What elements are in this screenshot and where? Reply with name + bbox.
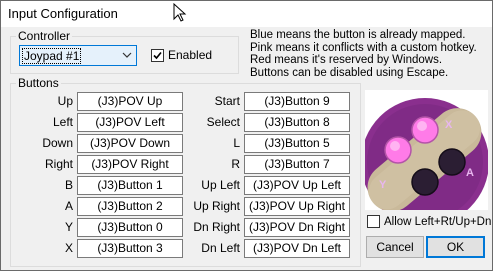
binding-a[interactable]: (J3)Button 2 <box>77 197 183 216</box>
binding-l[interactable]: (J3)Button 5 <box>244 134 350 153</box>
checkmark-icon <box>153 51 162 59</box>
binding-right[interactable]: (J3)POV Right <box>77 155 183 174</box>
input-config-window: Input Configuration Controller Joypad #1… <box>0 0 493 271</box>
label-l: L <box>233 136 240 150</box>
label-dn-right: Dn Right <box>193 220 240 234</box>
binding-down[interactable]: (J3)POV Down <box>77 134 183 153</box>
buttons-legend: Buttons <box>18 76 59 90</box>
label-select: Select <box>206 115 240 129</box>
controller-legend: Controller <box>18 29 71 43</box>
binding-start[interactable]: (J3)Button 9 <box>244 92 350 111</box>
allow-diagonal-check-box[interactable] <box>367 215 380 228</box>
info-text: Blue means the button is already mapped.… <box>250 29 477 79</box>
binding-left[interactable]: (J3)POV Left <box>77 113 183 132</box>
binding-select[interactable]: (J3)Button 8 <box>244 113 350 132</box>
snes-face-buttons-image: X A Y B <box>365 98 488 210</box>
window-title: Input Configuration <box>8 6 118 21</box>
label-y: Y <box>64 220 73 234</box>
controller-preview: X A Y B <box>365 90 488 210</box>
binding-x[interactable]: (J3)Button 3 <box>77 239 183 258</box>
label-up-right: Up Right <box>193 199 240 213</box>
chevron-down-icon <box>122 52 132 58</box>
preview-label-y: Y <box>379 179 387 191</box>
allow-diagonal-checkbox[interactable]: Allow Left+Rt/Up+Dn <box>367 215 491 228</box>
info-line: Blue means the button is already mapped. <box>250 29 466 41</box>
label-b: B <box>64 178 73 192</box>
preview-label-a: A <box>466 167 474 179</box>
label-r: R <box>231 157 240 171</box>
binding-r[interactable]: (J3)Button 7 <box>244 155 350 174</box>
binding-up-left[interactable]: (J3)POV Up Left <box>244 176 350 195</box>
cancel-button[interactable]: Cancel <box>366 236 424 258</box>
info-line: Pink means it conflicts with a custom ho… <box>250 41 477 54</box>
binding-up[interactable]: (J3)POV Up <box>77 92 183 111</box>
client-area: Controller Joypad #1 Enabled Blue means … <box>1 27 492 271</box>
info-line: Red means it's reserved by Windows. <box>250 54 443 66</box>
label-left: Left <box>52 115 73 129</box>
label-dn-left: Dn Left <box>201 241 240 255</box>
preview-label-b: B <box>402 209 410 210</box>
binding-dn-right[interactable]: (J3)POV Dn Right <box>244 218 350 237</box>
label-start: Start <box>214 94 240 108</box>
enabled-check-box[interactable] <box>151 48 164 62</box>
mouse-cursor-icon <box>173 3 187 22</box>
allow-diagonal-label: Allow Left+Rt/Up+Dn <box>384 215 492 228</box>
label-x: X <box>64 241 73 255</box>
label-down: Down <box>42 136 73 150</box>
ok-button[interactable]: OK <box>426 236 485 258</box>
label-right: Right <box>44 157 73 171</box>
title-bar[interactable]: Input Configuration <box>1 1 492 27</box>
binding-up-right[interactable]: (J3)POV Up Right <box>244 197 350 216</box>
binding-y[interactable]: (J3)Button 0 <box>77 218 183 237</box>
label-up-left: Up Left <box>201 178 240 192</box>
preview-label-x: X <box>445 119 453 131</box>
controller-selected-value: Joypad #1 <box>22 48 82 64</box>
label-a: A <box>64 199 73 213</box>
enabled-label: Enabled <box>168 48 213 62</box>
enabled-checkbox[interactable]: Enabled <box>151 48 212 62</box>
label-up: Up <box>57 94 73 108</box>
binding-b[interactable]: (J3)Button 1 <box>77 176 183 195</box>
controller-select[interactable]: Joypad #1 <box>19 45 137 66</box>
binding-dn-left[interactable]: (J3)POV Dn Left <box>244 239 350 258</box>
